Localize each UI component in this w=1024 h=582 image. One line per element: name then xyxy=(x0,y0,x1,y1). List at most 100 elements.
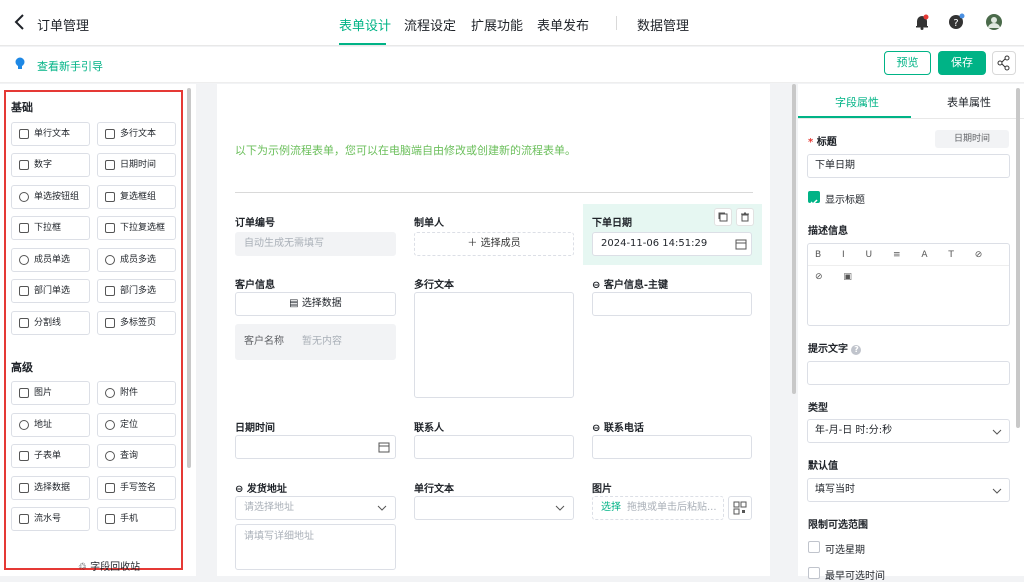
component-query[interactable]: 查询 xyxy=(97,444,176,468)
form-divider xyxy=(235,192,753,193)
radio-icon xyxy=(19,192,29,202)
component-checkbox-group[interactable]: 复选框组 xyxy=(97,185,176,209)
database-icon xyxy=(19,483,29,493)
pen-icon xyxy=(105,483,115,493)
calendar-icon[interactable] xyxy=(735,238,747,250)
hint-text: 提示文字 xyxy=(808,344,848,355)
select-data-label: 选择数据 xyxy=(301,298,342,309)
component-dropdown[interactable]: 下拉框 xyxy=(11,216,90,240)
newbie-guide-link[interactable]: 查看新手引导 xyxy=(37,58,103,74)
select-data-button[interactable]: ▤ 选择数据 xyxy=(235,292,396,316)
phone-field[interactable] xyxy=(592,435,752,459)
show-title-checkbox[interactable] xyxy=(808,191,820,206)
database-icon: ▤ xyxy=(289,298,302,309)
weekday-checkbox[interactable] xyxy=(808,541,820,553)
title-prop-text: 标题 xyxy=(816,137,837,148)
tab-separator xyxy=(616,16,617,30)
users-icon xyxy=(105,255,115,265)
tab-field-properties[interactable]: 字段属性 xyxy=(835,94,879,110)
component-attachment[interactable]: 附件 xyxy=(97,381,176,405)
type-select[interactable]: 年-月-日 时:分:秒 xyxy=(807,419,1010,443)
component-single-text[interactable]: 单行文本 xyxy=(11,122,90,146)
component-subform[interactable]: 子表单 xyxy=(11,444,90,468)
image-upload-area[interactable]: 选择 拖拽或单击后粘贴... xyxy=(592,496,724,520)
title-input[interactable]: 下单日期 xyxy=(807,154,1010,178)
description-editor[interactable]: B I U ≡ A T ⊘ ⊘ ▣ xyxy=(807,243,1010,326)
hint-text-input[interactable] xyxy=(807,361,1010,385)
user-avatar-icon[interactable] xyxy=(985,13,1003,31)
customer-key-field[interactable] xyxy=(592,292,752,316)
component-divider[interactable]: 分割线 xyxy=(11,311,90,335)
component-select-data[interactable]: 选择数据 xyxy=(11,476,90,500)
earliest-time-checkbox[interactable] xyxy=(808,567,820,579)
component-datetime[interactable]: 日期时间 xyxy=(97,153,176,177)
tab-publish[interactable]: 表单发布 xyxy=(537,15,589,34)
customer-key-label: ⊖ 客户信息-主键 xyxy=(592,276,668,291)
creator-label: 制单人 xyxy=(414,218,444,229)
order-date-field[interactable]: 2024-11-06 14:51:29 xyxy=(592,232,752,256)
component-serial-number[interactable]: 流水号 xyxy=(11,507,90,531)
preview-button[interactable]: 预览 xyxy=(884,51,931,75)
component-address[interactable]: 地址 xyxy=(11,413,90,437)
default-value: 填写当时 xyxy=(815,484,855,495)
component-label: 成员单选 xyxy=(34,255,71,265)
component-multi-text[interactable]: 多行文本 xyxy=(97,122,176,146)
component-geolocation[interactable]: 定位 xyxy=(97,413,176,437)
check-icon xyxy=(810,199,818,206)
multiline-field[interactable] xyxy=(414,292,574,398)
checkbox-icon xyxy=(105,192,115,202)
help-icon[interactable]: ? xyxy=(947,13,965,31)
dropdown-multi-icon xyxy=(105,223,115,233)
datetime-field[interactable] xyxy=(235,435,396,459)
component-signature[interactable]: 手写签名 xyxy=(97,476,176,500)
field-recycle-bin[interactable]: ♲ 字段回收站 xyxy=(78,558,140,573)
tab-extensions[interactable]: 扩展功能 xyxy=(471,15,523,34)
copy-icon xyxy=(718,212,728,222)
properties-scrollbar[interactable] xyxy=(1016,88,1020,428)
component-member-multi[interactable]: 成员多选 xyxy=(97,248,176,272)
select-member-button[interactable]: ＋ 选择成员 xyxy=(414,232,574,256)
component-label: 分割线 xyxy=(34,318,62,328)
link-icon: ⊖ xyxy=(592,280,604,291)
contact-field[interactable] xyxy=(414,435,574,459)
component-number[interactable]: 数字 xyxy=(11,153,90,177)
save-button[interactable]: 保存 xyxy=(938,51,986,75)
table-icon xyxy=(19,451,29,461)
component-dept-single[interactable]: 部门单选 xyxy=(11,279,90,303)
app-title: 订单管理 xyxy=(37,19,90,34)
tab-form-design[interactable]: 表单设计 xyxy=(339,15,391,34)
component-member-single[interactable]: 成员单选 xyxy=(11,248,90,272)
divider-icon xyxy=(19,318,29,328)
select-member-label: 选择成员 xyxy=(480,238,521,249)
canvas-scrollbar[interactable] xyxy=(792,84,796,394)
delete-field-button[interactable] xyxy=(736,208,754,226)
single-text-label: 单行文本 xyxy=(414,484,454,495)
tab-workflow[interactable]: 流程设定 xyxy=(404,15,456,34)
component-radio-group[interactable]: 单选按钮组 xyxy=(11,185,90,209)
component-phone[interactable]: 手机 xyxy=(97,507,176,531)
component-multi-tabs[interactable]: 多标签页 xyxy=(97,311,176,335)
palette-scrollbar[interactable] xyxy=(187,88,191,468)
component-image[interactable]: 图片 xyxy=(11,381,90,405)
copy-field-button[interactable] xyxy=(714,208,732,226)
ship-detail-placeholder: 请填写详细地址 xyxy=(244,531,314,542)
customer-name-empty: 暂无内容 xyxy=(302,336,342,347)
qr-scan-button[interactable] xyxy=(728,496,752,520)
share-button[interactable] xyxy=(992,51,1016,75)
image-select-link[interactable]: 选择 xyxy=(601,502,621,513)
single-text-select[interactable] xyxy=(414,496,574,520)
ship-detail-field[interactable]: 请填写详细地址 xyxy=(235,524,396,570)
tab-data-management[interactable]: 数据管理 xyxy=(637,15,689,34)
bell-icon[interactable] xyxy=(913,13,931,31)
tabs-icon xyxy=(105,318,115,328)
calendar-icon[interactable] xyxy=(378,441,390,453)
recycle-label: 字段回收站 xyxy=(90,562,141,573)
tab-form-properties[interactable]: 表单属性 xyxy=(947,94,991,110)
component-dropdown-multi[interactable]: 下拉复选框 xyxy=(97,216,176,240)
question-icon[interactable]: ? xyxy=(851,345,862,355)
back-arrow-icon[interactable] xyxy=(10,12,30,32)
component-dept-multi[interactable]: 部门多选 xyxy=(97,279,176,303)
user-icon xyxy=(19,255,29,265)
default-value-select[interactable]: 填写当时 xyxy=(807,478,1010,502)
ship-address-select[interactable]: 请选择地址 xyxy=(235,496,396,520)
